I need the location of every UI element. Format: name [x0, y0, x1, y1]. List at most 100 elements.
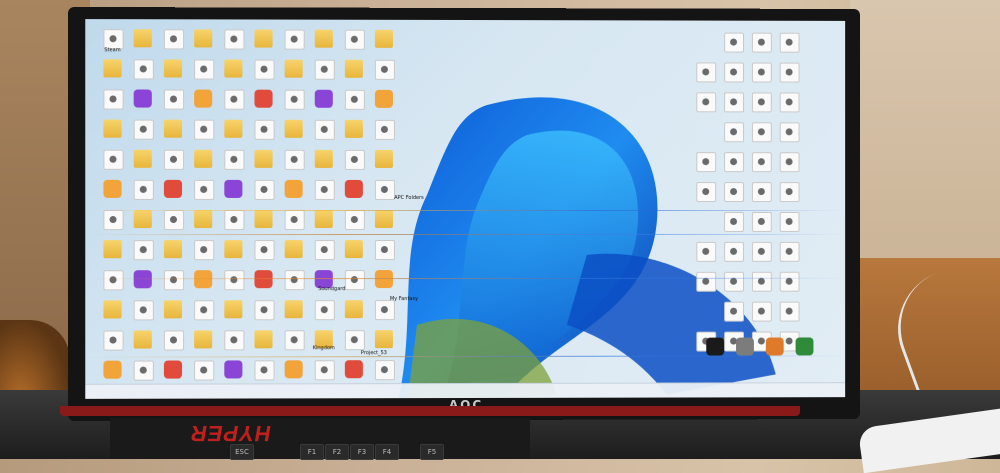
file-icon[interactable]: [780, 212, 800, 232]
file-icon[interactable]: [224, 29, 244, 49]
file-icon[interactable]: [780, 63, 800, 83]
file-icon[interactable]: [254, 300, 274, 320]
app-icon[interactable]: [254, 90, 272, 108]
file-icon[interactable]: [345, 150, 365, 170]
file-icon[interactable]: [724, 272, 744, 292]
file-icon[interactable]: [134, 240, 154, 260]
file-icon[interactable]: [780, 182, 800, 202]
file-icon[interactable]: [194, 120, 214, 140]
file-icon[interactable]: [285, 90, 305, 110]
file-icon[interactable]: [345, 210, 365, 230]
file-icon[interactable]: [696, 182, 716, 202]
file-icon[interactable]: [285, 330, 305, 350]
folder-icon[interactable]: [164, 300, 182, 318]
file-icon[interactable]: [254, 240, 274, 260]
file-icon[interactable]: [164, 210, 184, 230]
file-icon[interactable]: [134, 120, 154, 140]
app-icon[interactable]: [706, 338, 724, 356]
file-icon[interactable]: [285, 270, 305, 290]
file-icon[interactable]: [375, 60, 395, 80]
folder-icon[interactable]: [315, 210, 333, 228]
file-icon[interactable]: [254, 60, 274, 80]
file-icon[interactable]: [696, 272, 716, 292]
file-icon[interactable]: [285, 30, 305, 50]
app-icon[interactable]: [224, 180, 242, 198]
folder-icon[interactable]: [254, 150, 272, 168]
file-icon[interactable]: [724, 242, 744, 262]
folder-icon[interactable]: [345, 240, 363, 258]
file-icon[interactable]: [103, 330, 123, 350]
file-icon[interactable]: [724, 212, 744, 232]
app-icon[interactable]: [164, 180, 182, 198]
file-icon[interactable]: [103, 89, 123, 109]
file-icon[interactable]: [375, 300, 395, 320]
folder-icon[interactable]: [224, 120, 242, 138]
taskbar[interactable]: [85, 382, 845, 399]
app-icon[interactable]: [766, 338, 784, 356]
file-icon[interactable]: [780, 302, 800, 322]
app-icon[interactable]: [375, 90, 393, 108]
file-icon[interactable]: [780, 122, 800, 142]
folder-icon[interactable]: [103, 300, 121, 318]
folder-icon[interactable]: [375, 30, 393, 48]
file-icon[interactable]: [752, 63, 772, 83]
file-icon[interactable]: [780, 242, 800, 262]
folder-icon[interactable]: [134, 29, 152, 47]
folder-icon[interactable]: [254, 210, 272, 228]
file-icon[interactable]: [375, 240, 395, 260]
file-icon[interactable]: [696, 92, 716, 112]
file-icon[interactable]: [254, 180, 274, 200]
file-icon[interactable]: [724, 122, 744, 142]
file-icon[interactable]: [345, 30, 365, 50]
folder-icon[interactable]: [224, 300, 242, 318]
app-icon[interactable]: [194, 90, 212, 108]
file-icon[interactable]: [164, 270, 184, 290]
file-icon[interactable]: [696, 152, 716, 172]
file-icon[interactable]: [194, 300, 214, 320]
file-icon[interactable]: [224, 90, 244, 110]
folder-icon[interactable]: [345, 300, 363, 318]
folder-icon[interactable]: [103, 240, 121, 258]
file-icon[interactable]: [254, 360, 274, 380]
file-icon[interactable]: [315, 120, 335, 140]
file-icon[interactable]: [194, 180, 214, 200]
file-icon[interactable]: [724, 62, 744, 82]
app-icon[interactable]: [103, 180, 121, 198]
folder-icon[interactable]: [254, 30, 272, 48]
file-icon[interactable]: [752, 242, 772, 262]
folder-icon[interactable]: [375, 150, 393, 168]
file-icon[interactable]: [724, 182, 744, 202]
file-icon[interactable]: [752, 212, 772, 232]
file-icon[interactable]: [315, 180, 335, 200]
file-icon[interactable]: [696, 242, 716, 262]
file-icon[interactable]: [164, 150, 184, 170]
folder-icon[interactable]: [164, 120, 182, 138]
folder-icon[interactable]: [134, 150, 152, 168]
file-icon[interactable]: [696, 62, 716, 82]
folder-icon[interactable]: [164, 59, 182, 77]
file-icon[interactable]: [285, 150, 305, 170]
app-icon[interactable]: [164, 361, 182, 379]
folder-icon[interactable]: [194, 210, 212, 228]
file-icon[interactable]: [315, 60, 335, 80]
file-icon[interactable]: [285, 210, 305, 230]
folder-icon[interactable]: [134, 210, 152, 228]
file-icon[interactable]: [752, 182, 772, 202]
app-icon[interactable]: [224, 360, 242, 378]
file-icon[interactable]: [194, 240, 214, 260]
folder-icon[interactable]: [345, 120, 363, 138]
app-icon[interactable]: [285, 360, 303, 378]
file-icon[interactable]: [224, 330, 244, 350]
file-icon[interactable]: [224, 150, 244, 170]
file-icon[interactable]: [780, 33, 800, 53]
app-icon[interactable]: [103, 361, 121, 379]
folder-icon[interactable]: [254, 330, 272, 348]
file-icon[interactable]: [724, 152, 744, 172]
file-icon[interactable]: [254, 120, 274, 140]
app-icon[interactable]: [315, 90, 333, 108]
folder-icon[interactable]: [134, 330, 152, 348]
folder-icon[interactable]: [285, 120, 303, 138]
folder-icon[interactable]: [285, 240, 303, 258]
file-icon[interactable]: [103, 210, 123, 230]
file-icon[interactable]: [134, 59, 154, 79]
